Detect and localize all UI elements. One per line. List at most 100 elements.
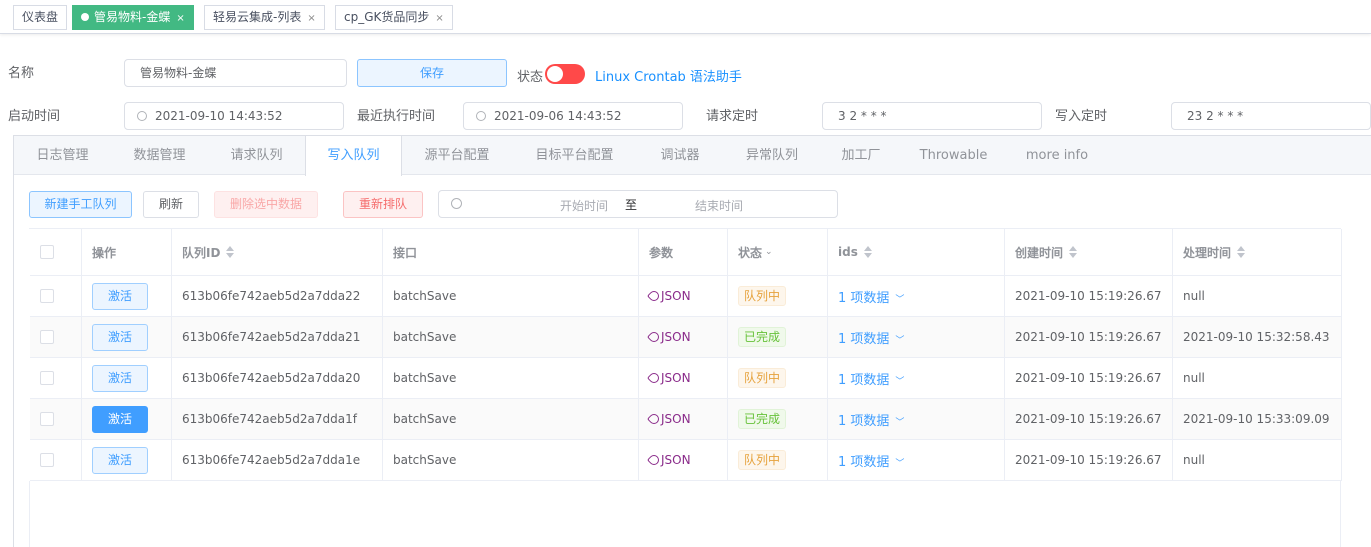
header-params: 参数 <box>639 229 728 275</box>
tag-guanyi-kingdee[interactable]: 管易物料-金蝶 × <box>72 5 194 30</box>
status-cell: 队列中 <box>728 276 828 316</box>
table-row: 激活 613b06fe742aeb5d2a7dda1f batchSave JS… <box>30 399 1342 440</box>
api-cell: batchSave <box>383 440 639 480</box>
ids-dropdown[interactable]: 1 项数据 ﹀ <box>838 410 904 429</box>
write-cron-input[interactable]: 23 2 * * * <box>1171 102 1371 130</box>
params-cell: JSON <box>639 399 728 439</box>
refresh-button[interactable]: 刷新 <box>143 191 199 218</box>
ids-dropdown[interactable]: 1 项数据 ﹀ <box>838 328 904 347</box>
requeue-button[interactable]: 重新排队 <box>343 191 423 218</box>
activate-button[interactable]: 激活 <box>92 446 148 474</box>
crontab-help-link[interactable]: Linux Crontab 语法助手 <box>595 66 742 85</box>
created-time-cell: 2021-09-10 15:19:26.67 <box>1005 276 1173 316</box>
json-viewer-link[interactable]: JSON <box>646 411 691 427</box>
start-time-input[interactable]: 2021-09-10 14:43:52 <box>124 102 344 130</box>
processed-time-cell: 2021-09-10 15:32:58.43 <box>1173 317 1342 357</box>
table-row: 激活 613b06fe742aeb5d2a7dda1e batchSave JS… <box>30 440 1342 481</box>
activate-button[interactable]: 激活 <box>92 323 148 351</box>
tag-qingyi-list[interactable]: 轻易云集成-列表 × <box>204 5 325 30</box>
tab-write-queue[interactable]: 写入队列 <box>305 136 402 176</box>
save-button[interactable]: 保存 <box>357 59 507 87</box>
json-viewer-link[interactable]: JSON <box>646 452 691 468</box>
tab-target-platform[interactable]: 目标平台配置 <box>512 136 637 175</box>
ids-dropdown[interactable]: 1 项数据 ﹀ <box>838 451 904 470</box>
row-checkbox[interactable] <box>40 412 54 426</box>
name-input[interactable]: 管易物料-金蝶 <box>124 59 347 87</box>
select-all-checkbox[interactable] <box>40 245 54 259</box>
sort-icon[interactable] <box>226 246 235 258</box>
status-badge: 已完成 <box>738 409 787 429</box>
json-viewer-link[interactable]: JSON <box>646 288 691 304</box>
created-time-cell: 2021-09-10 15:19:26.67 <box>1005 358 1173 398</box>
clock-icon <box>451 198 462 209</box>
request-cron-input[interactable]: 3 2 * * * <box>822 102 1042 130</box>
ids-label: 1 项数据 <box>838 413 890 429</box>
header-processed-time[interactable]: 处理时间 <box>1173 229 1342 275</box>
tag-label: 轻易云集成-列表 <box>213 10 302 24</box>
action-cell: 激活 <box>82 317 172 357</box>
ids-dropdown[interactable]: 1 项数据 ﹀ <box>838 369 904 388</box>
json-label: JSON <box>661 412 691 426</box>
header-ids[interactable]: ids <box>828 229 1005 275</box>
status-toggle[interactable] <box>545 64 585 84</box>
tag-dashboard[interactable]: 仪表盘 <box>13 5 68 30</box>
tab-data-management[interactable]: 数据管理 <box>111 136 208 175</box>
close-icon[interactable]: × <box>176 13 184 24</box>
ids-dropdown[interactable]: 1 项数据 ﹀ <box>838 287 904 306</box>
header-select-cell <box>30 229 82 275</box>
header-status[interactable]: 状态 ⌄ <box>728 229 828 275</box>
json-viewer-link[interactable]: JSON <box>646 329 691 345</box>
tab-log-management[interactable]: 日志管理 <box>14 136 111 175</box>
filter-caret-icon[interactable]: ⌄ <box>765 247 773 257</box>
header-label: 队列ID <box>182 245 221 260</box>
new-manual-queue-button[interactable]: 新建手工队列 <box>29 191 132 218</box>
activate-button[interactable]: 激活 <box>92 282 148 310</box>
json-viewer-link[interactable]: JSON <box>646 370 691 386</box>
header-label: 状态 <box>738 245 763 260</box>
params-cell: JSON <box>639 317 728 357</box>
row-checkbox[interactable] <box>40 453 54 467</box>
row-select-cell <box>30 358 82 398</box>
tab-request-queue[interactable]: 请求队列 <box>208 136 305 175</box>
chevron-down-icon: ﹀ <box>895 417 905 428</box>
sort-icon[interactable] <box>1237 246 1246 258</box>
action-cell: 激活 <box>82 276 172 316</box>
request-cron-label: 请求定时 <box>706 109 759 124</box>
table-row: 激活 613b06fe742aeb5d2a7dda21 batchSave JS… <box>30 317 1342 358</box>
tab-factory[interactable]: 加工厂 <box>821 136 901 175</box>
status-label: 状态 <box>517 70 544 85</box>
tab-exception-queue[interactable]: 异常队列 <box>723 136 821 175</box>
tab-throwable[interactable]: Throwable <box>901 136 1006 175</box>
header-queue-id[interactable]: 队列ID <box>172 229 383 275</box>
table-row: 激活 613b06fe742aeb5d2a7dda22 batchSave JS… <box>30 276 1342 317</box>
queue-id-cell: 613b06fe742aeb5d2a7dda22 <box>172 276 383 316</box>
sort-icon[interactable] <box>863 246 872 258</box>
row-checkbox[interactable] <box>40 330 54 344</box>
active-dot-icon <box>81 13 89 21</box>
status-cell: 已完成 <box>728 317 828 357</box>
delete-selected-button[interactable]: 删除选中数据 <box>214 191 318 218</box>
activate-button[interactable]: 激活 <box>92 364 148 392</box>
write-cron-label: 写入定时 <box>1055 109 1108 124</box>
activate-button[interactable]: 激活 <box>92 405 148 433</box>
date-range-picker[interactable]: 开始时间 至 结束时间 <box>438 190 838 218</box>
sort-icon[interactable] <box>1069 246 1078 258</box>
queue-id-cell: 613b06fe742aeb5d2a7dda1f <box>172 399 383 439</box>
table-row: 激活 613b06fe742aeb5d2a7dda20 batchSave JS… <box>30 358 1342 399</box>
close-icon[interactable]: × <box>435 13 443 24</box>
tab-debugger[interactable]: 调试器 <box>637 136 723 175</box>
row-checkbox[interactable] <box>40 289 54 303</box>
close-icon[interactable]: × <box>307 13 315 24</box>
api-cell: batchSave <box>383 358 639 398</box>
action-cell: 激活 <box>82 440 172 480</box>
tab-source-platform[interactable]: 源平台配置 <box>402 136 512 175</box>
processed-time-cell: 2021-09-10 15:33:09.09 <box>1173 399 1342 439</box>
last-run-input[interactable]: 2021-09-06 14:43:52 <box>463 102 683 130</box>
header-created-time[interactable]: 创建时间 <box>1005 229 1173 275</box>
row-checkbox[interactable] <box>40 371 54 385</box>
tag-cp-gk-sync[interactable]: cp_GK货品同步 × <box>335 5 453 30</box>
ids-cell: 1 项数据 ﹀ <box>828 440 1005 480</box>
tab-more-info[interactable]: more info <box>1006 136 1108 175</box>
created-time-cell: 2021-09-10 15:19:26.67 <box>1005 317 1173 357</box>
params-cell: JSON <box>639 440 728 480</box>
